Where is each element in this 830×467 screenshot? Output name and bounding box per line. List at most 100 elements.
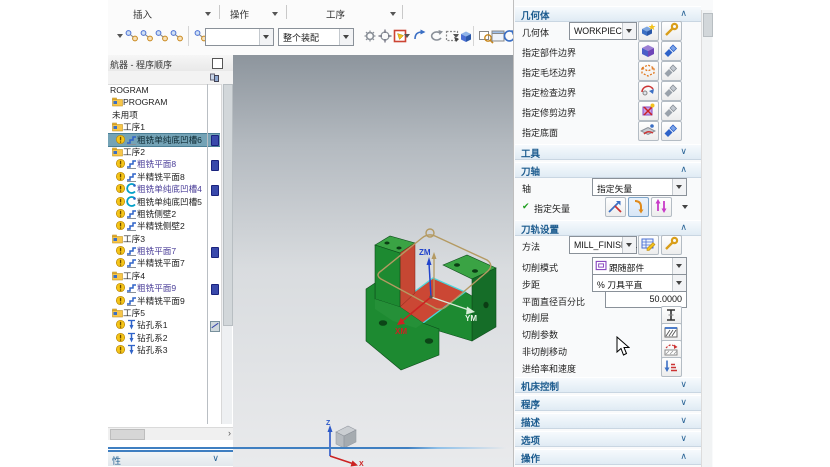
toolbar-group-process[interactable]: 工序: [326, 7, 345, 21]
tree-vertical-scrollbar[interactable]: [221, 84, 232, 424]
tree-item-row[interactable]: 粗铣平面9: [108, 282, 220, 294]
chevron-down-icon[interactable]: [390, 12, 396, 16]
scrollbar-thumb[interactable]: [703, 13, 713, 37]
section-header-tool-axis[interactable]: 刀轴∧: [515, 162, 701, 178]
几何体-combo[interactable]: WORKPIECE: [569, 22, 637, 40]
section-header-actions[interactable]: 操作∧: [515, 449, 701, 465]
method-edit-button[interactable]: [638, 235, 659, 255]
trim-boundary-button[interactable]: [638, 101, 659, 121]
vector-reverse-button[interactable]: [651, 197, 672, 217]
flashlight-off-button[interactable]: [661, 101, 682, 121]
vector-auto-button[interactable]: [628, 197, 649, 217]
tree-item-row[interactable]: 钻孔系1: [108, 319, 220, 331]
scrollbar-thumb[interactable]: [223, 84, 233, 326]
tree-item-row[interactable]: 粗铣平面8: [108, 158, 220, 170]
feeds-speeds-button[interactable]: [661, 357, 682, 377]
dependencies-bar[interactable]: 性 ∨: [108, 450, 233, 466]
切削模式-combo[interactable]: 跟随部件: [592, 257, 687, 275]
restore-window-icon[interactable]: [212, 58, 223, 69]
chevron-down-icon[interactable]: [453, 34, 459, 38]
new-geometry-button[interactable]: [638, 21, 659, 41]
tree-group-row[interactable]: 工序5: [108, 307, 220, 319]
move-icon[interactable]: [412, 28, 428, 44]
scroll-right-arrow-icon[interactable]: ›: [228, 428, 231, 438]
tree-item-label: 粗铣侧壁2: [137, 209, 176, 219]
floor-select-button[interactable]: [638, 121, 659, 141]
section-header-options[interactable]: 选项∨: [515, 431, 701, 447]
tree-group-row[interactable]: 工序2: [108, 146, 220, 158]
clipped-toolbar-icon[interactable]: [108, 28, 116, 44]
tree-item-row[interactable]: 半精铣平面7: [108, 257, 220, 269]
tree-item-row[interactable]: 粗铣单纯底凹槽4: [108, 183, 220, 195]
check-boundary-button[interactable]: [638, 81, 659, 101]
part-boundary-button[interactable]: [638, 41, 659, 61]
dialog-scrollbar[interactable]: [701, 10, 712, 467]
tree-group-row[interactable]: PROGRAM: [108, 96, 220, 108]
tree-item-row[interactable]: 半精铣平面8: [108, 171, 220, 183]
tree-item-row[interactable]: 粗铣侧壁2: [108, 208, 220, 220]
crosshair-icon[interactable]: [377, 28, 393, 44]
wrench-button[interactable]: [661, 235, 682, 255]
chevron-down-icon[interactable]: [117, 34, 123, 38]
tree-item-row[interactable]: 半精铣平面9: [108, 295, 220, 307]
chevron-down-icon[interactable]: [205, 12, 211, 16]
selection-scope-combo[interactable]: 整个装配: [278, 28, 354, 46]
toolbar-group-insert[interactable]: 插入: [133, 7, 152, 21]
tree-item-row[interactable]: 未用项: [108, 109, 220, 121]
tree-item-row[interactable]: ROGRAM: [108, 84, 220, 96]
轴-combo[interactable]: 指定矢量: [592, 178, 687, 196]
triad-z-label: Z: [326, 420, 331, 427]
rotate-icon[interactable]: [428, 28, 444, 44]
tree-item-label: 未用项: [112, 110, 138, 120]
graphics-viewport[interactable]: ZM XM YM Z X: [233, 55, 513, 467]
view-filter-combo[interactable]: [205, 28, 274, 46]
blank-boundary-button[interactable]: [638, 61, 659, 81]
section-header-description[interactable]: 描述∨: [515, 413, 701, 429]
chevron-down-icon[interactable]: [404, 34, 410, 38]
tree-item-row[interactable]: 钻孔系3: [108, 344, 220, 356]
shaded-cube-icon[interactable]: [458, 28, 474, 44]
chevron-down-icon: ∨: [680, 397, 687, 408]
section-header-path-settings[interactable]: 刀轨设置∧: [515, 220, 701, 236]
combo-dropdown-button[interactable]: [622, 23, 636, 39]
chevron-down-icon[interactable]: [682, 205, 688, 209]
vector-dialog-button[interactable]: [605, 197, 626, 217]
create-tool-icon[interactable]: [139, 28, 155, 44]
create-geometry-icon[interactable]: [154, 28, 170, 44]
combo-dropdown-button[interactable]: [622, 237, 636, 253]
combo-dropdown-button[interactable]: [259, 29, 273, 45]
flashlight-on-button[interactable]: [661, 121, 682, 141]
方法-combo[interactable]: MILL_FINISH_1: [569, 236, 637, 254]
navigator-column-header[interactable]: [108, 71, 233, 85]
wrench-button[interactable]: [661, 21, 682, 41]
create-program-icon[interactable]: [124, 28, 140, 44]
tree-item-row[interactable]: 粗铣单纯底凹槽6: [108, 134, 220, 146]
flashlight-on-button[interactable]: [661, 41, 682, 61]
combo-dropdown-button[interactable]: [672, 275, 686, 291]
section-header-machine-control[interactable]: 机床控制∨: [515, 377, 701, 393]
section-header-program[interactable]: 程序∨: [515, 395, 701, 411]
operation-tree: ROGRAMPROGRAM未用项工序1粗铣单纯底凹槽6工序2粗铣平面8半精铣平面…: [108, 84, 220, 424]
tree-item-row[interactable]: 钻孔系2: [108, 332, 220, 344]
create-method-icon[interactable]: [169, 28, 185, 44]
toolbar-group-operation[interactable]: 操作: [230, 7, 249, 21]
combo-dropdown-button[interactable]: [672, 258, 686, 274]
tree-horizontal-scrollbar[interactable]: ›: [108, 427, 233, 440]
section-header-tool[interactable]: 工具∨: [515, 144, 701, 160]
tree-group-row[interactable]: 工序3: [108, 233, 220, 245]
dialog-row: 指定底面: [515, 122, 701, 142]
步距-combo[interactable]: % 刀具平直: [592, 274, 687, 292]
tree-item-row[interactable]: 半精铣侧壁2: [108, 220, 220, 232]
scrollbar-thumb[interactable]: [110, 429, 145, 440]
flashlight-off-button[interactable]: [661, 81, 682, 101]
section-header-geometry[interactable]: 几何体∧: [515, 6, 701, 22]
chevron-down-icon[interactable]: [272, 12, 278, 16]
tree-item-row[interactable]: 粗铣平面7: [108, 245, 220, 257]
combo-dropdown-button[interactable]: [339, 29, 353, 45]
tree-group-row[interactable]: 工序1: [108, 121, 220, 133]
tree-item-row[interactable]: 粗铣单纯底凹槽5: [108, 196, 220, 208]
combo-dropdown-button[interactable]: [672, 179, 686, 195]
flashlight-off-button[interactable]: [661, 61, 682, 81]
tree-group-row[interactable]: 工序4: [108, 270, 220, 282]
gear-icon[interactable]: [362, 28, 378, 44]
